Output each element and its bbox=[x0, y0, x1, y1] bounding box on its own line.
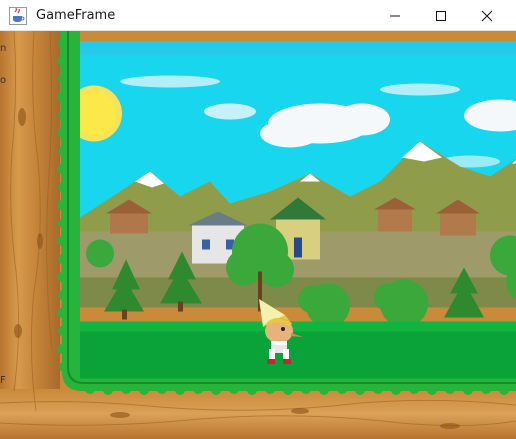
window-titlebar[interactable]: GameFrame bbox=[0, 0, 516, 31]
close-icon bbox=[481, 10, 493, 21]
java-app-icon bbox=[9, 7, 27, 25]
edge-glyph-top: n bbox=[0, 43, 7, 54]
close-button[interactable] bbox=[464, 0, 510, 31]
maximize-icon bbox=[436, 10, 446, 21]
window-title: GameFrame bbox=[36, 8, 116, 23]
game-canvas[interactable] bbox=[0, 31, 516, 439]
minimize-icon bbox=[390, 15, 400, 16]
minimize-button[interactable] bbox=[372, 0, 418, 31]
player-character bbox=[259, 299, 303, 364]
edge-glyph-mid: o bbox=[0, 75, 7, 86]
maximize-button[interactable] bbox=[418, 0, 464, 31]
background-window-edge: n o F bbox=[0, 31, 8, 439]
edge-glyph-bottom: F bbox=[0, 375, 6, 386]
